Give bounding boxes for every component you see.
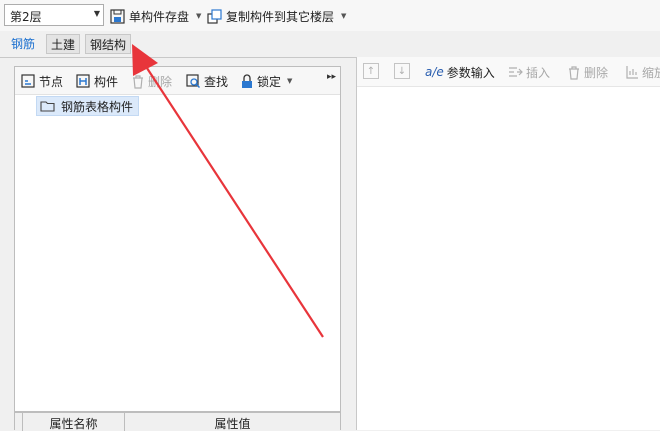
lock-button[interactable]: 锁定 ▼ bbox=[240, 72, 292, 90]
add-node-button[interactable]: 节点 bbox=[21, 72, 63, 90]
find-label: 查找 bbox=[204, 74, 229, 89]
tab-bar: 钢筋 土建 钢结构 bbox=[0, 31, 660, 58]
chevron-down-icon[interactable]: ▼ bbox=[94, 9, 100, 18]
save-icon bbox=[110, 8, 125, 24]
insert-label: 插入 bbox=[526, 65, 551, 80]
component-icon bbox=[76, 73, 91, 89]
main-toolbar: 第2层 ▼ 单构件存盘 ▼ 复制构件到其它楼层 ▼ bbox=[0, 0, 660, 32]
param-input-icon: a/e bbox=[425, 65, 444, 79]
tab-rebar[interactable]: 钢筋 bbox=[7, 34, 40, 54]
insert-icon bbox=[508, 66, 523, 78]
chevron-down-icon[interactable]: ▼ bbox=[196, 12, 201, 20]
tree-node-rebar-table-components[interactable]: 钢筋表格构件 bbox=[36, 96, 140, 116]
component-tree-panel: 节点 构件 删除 查找 锁定 ▼ ▸▸ 钢筋表格构件 bbox=[14, 66, 341, 412]
tab-civil[interactable]: 土建 bbox=[46, 34, 81, 54]
lock-label: 锁定 bbox=[257, 74, 282, 89]
chevron-down-icon[interactable]: ▼ bbox=[287, 77, 292, 85]
row-header-cell bbox=[15, 413, 23, 431]
arrow-up-icon[interactable]: ↑ bbox=[363, 63, 379, 79]
add-component-button[interactable]: 构件 bbox=[76, 72, 118, 90]
node-label: 节点 bbox=[39, 74, 64, 89]
node-icon bbox=[21, 73, 36, 89]
trash-icon bbox=[567, 65, 581, 80]
insert-button[interactable]: 插入 bbox=[508, 63, 550, 81]
delete-label: 删除 bbox=[148, 74, 173, 89]
chevron-down-icon[interactable]: ▼ bbox=[341, 12, 346, 20]
tree-toolbar: 节点 构件 删除 查找 锁定 ▼ ▸▸ bbox=[15, 67, 340, 95]
trash-icon bbox=[131, 74, 145, 89]
floor-select[interactable]: 第2层 ▼ bbox=[4, 4, 104, 26]
arrow-down-icon[interactable]: ↓ bbox=[394, 63, 410, 79]
lock-icon bbox=[240, 73, 254, 89]
tab-steel-structure[interactable]: 钢结构 bbox=[85, 34, 132, 54]
property-name-header[interactable]: 属性名称 bbox=[23, 413, 125, 431]
save-component-button[interactable]: 单构件存盘 ▼ bbox=[110, 6, 201, 26]
rebar-toolbar: ↑ ↓ a/e 参数输入 插入 删除 缩放 bbox=[357, 57, 660, 87]
copy-component-button[interactable]: 复制构件到其它楼层 ▼ bbox=[207, 6, 346, 26]
find-icon bbox=[186, 73, 201, 89]
delete-button[interactable]: 删除 bbox=[131, 72, 172, 90]
folder-icon bbox=[40, 100, 55, 112]
copy-icon bbox=[207, 8, 222, 24]
rebar-table-panel: ↑ ↓ a/e 参数输入 插入 删除 缩放 bbox=[356, 57, 660, 430]
tree-node-label: 钢筋表格构件 bbox=[61, 99, 134, 114]
delete-row-label: 删除 bbox=[584, 65, 609, 80]
expand-icon[interactable]: ▸▸ bbox=[327, 72, 336, 82]
find-button[interactable]: 查找 bbox=[186, 72, 228, 90]
property-value-header[interactable]: 属性值 bbox=[125, 413, 340, 431]
floor-select-value: 第2层 bbox=[10, 10, 42, 24]
param-input-label: 参数输入 bbox=[446, 65, 495, 80]
scale-button[interactable]: 缩放 bbox=[625, 63, 660, 81]
property-table-header: 属性名称 属性值 bbox=[14, 412, 341, 431]
scale-label: 缩放 bbox=[642, 65, 660, 80]
delete-row-button[interactable]: 删除 bbox=[567, 63, 608, 81]
param-input-button[interactable]: a/e 参数输入 bbox=[425, 63, 495, 81]
copy-component-label: 复制构件到其它楼层 bbox=[226, 9, 335, 24]
component-label: 构件 bbox=[94, 74, 119, 89]
save-component-label: 单构件存盘 bbox=[129, 9, 190, 24]
scale-icon bbox=[625, 65, 639, 79]
